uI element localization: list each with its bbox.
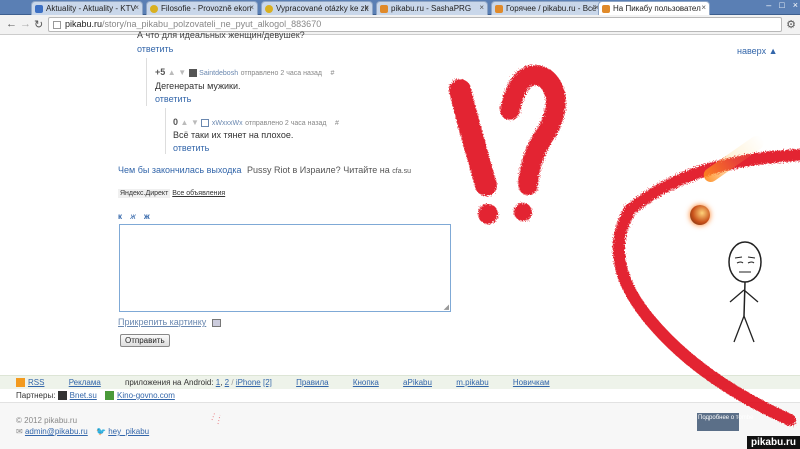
exclamation-dot (478, 204, 498, 224)
stray-marks (211, 411, 221, 425)
pikabu-watermark: pikabu.ru (746, 436, 800, 449)
red-arc-shape (612, 149, 800, 426)
red-scribble-overlay (211, 65, 800, 426)
stick-figure-meme (728, 241, 762, 343)
question-dot (514, 203, 532, 221)
exclamation-mark-shape (449, 79, 497, 196)
question-mark-shape (500, 65, 566, 195)
meteor-icon (690, 205, 710, 225)
